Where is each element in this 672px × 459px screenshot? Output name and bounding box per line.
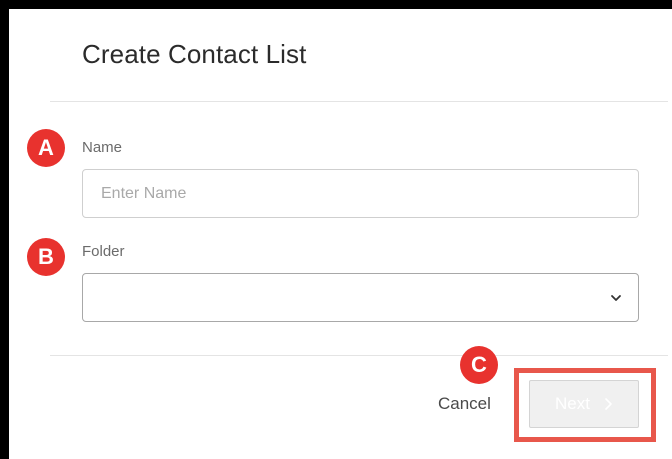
annotation-marker-a: A — [27, 129, 65, 167]
name-input[interactable] — [82, 169, 639, 218]
header-divider — [50, 101, 668, 102]
folder-label: Folder — [82, 243, 125, 260]
chevron-right-icon — [605, 398, 612, 410]
folder-select[interactable] — [82, 273, 639, 322]
footer-divider — [50, 355, 668, 356]
annotation-marker-c: C — [460, 346, 498, 384]
dialog-title: Create Contact List — [82, 39, 307, 69]
next-button-label: Next — [555, 394, 590, 413]
create-contact-list-dialog: Create Contact List Name Folder Cancel N… — [9, 9, 672, 459]
annotation-marker-b: B — [27, 238, 65, 276]
next-button[interactable]: Next — [529, 380, 639, 428]
cancel-button[interactable]: Cancel — [438, 394, 491, 414]
name-label: Name — [82, 139, 123, 156]
chevron-down-icon — [611, 295, 621, 301]
